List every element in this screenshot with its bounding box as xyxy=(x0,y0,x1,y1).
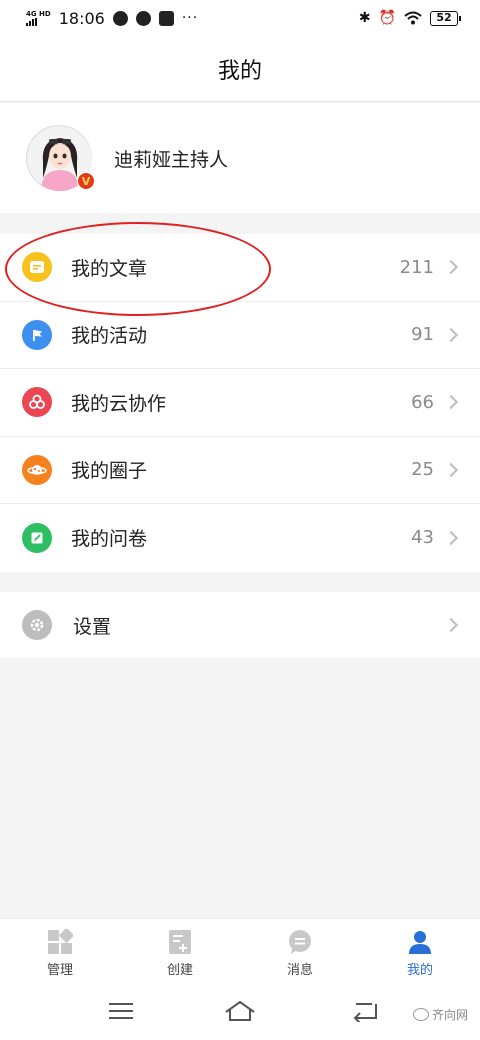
profile-card[interactable]: V 迪莉娅主持人 xyxy=(0,103,480,213)
battery-icon: 52 xyxy=(430,10,461,26)
gear-icon xyxy=(22,610,52,640)
chevron-right-icon xyxy=(443,462,459,477)
tab-label: 管理 xyxy=(46,963,73,978)
menu-item-articles[interactable]: 我的文章 211 xyxy=(0,234,480,302)
create-doc-icon xyxy=(169,930,191,954)
menu-item-count: 66 xyxy=(411,391,434,413)
questionnaire-icon xyxy=(22,522,52,553)
menu-item-label: 我的云协作 xyxy=(71,392,167,415)
chevron-right-icon xyxy=(443,260,459,275)
status-left: 4G HD 18:06 ··· xyxy=(26,9,198,28)
network-indicator: 4G HD xyxy=(26,9,51,26)
chevron-right-icon xyxy=(443,395,459,410)
grid-icon xyxy=(48,929,73,954)
flag-icon xyxy=(22,319,52,350)
home-icon[interactable] xyxy=(224,1000,256,1022)
compass-icon xyxy=(112,10,128,26)
network-label: 4G HD xyxy=(26,9,51,18)
menu-item-label: 我的活动 xyxy=(71,325,148,348)
tab-manage[interactable]: 管理 xyxy=(0,919,120,988)
system-nav-bar xyxy=(0,988,480,1040)
planet-icon xyxy=(22,454,52,485)
tab-create[interactable]: 创建 xyxy=(120,919,240,988)
watermark: 齐向网 xyxy=(412,1006,468,1023)
status-right: ✱ ⏰ 52 xyxy=(358,10,461,26)
person-icon xyxy=(409,931,431,954)
status-bar: 4G HD 18:06 ··· ✱ ⏰ 52 xyxy=(0,0,480,36)
message-icon xyxy=(289,930,311,954)
menu-item-settings[interactable]: 设置 xyxy=(0,592,480,658)
article-icon xyxy=(22,252,52,283)
tab-label: 消息 xyxy=(286,963,313,978)
signal-icon xyxy=(26,17,37,26)
menu-item-count: 211 xyxy=(399,256,434,278)
chevron-right-icon xyxy=(443,327,459,342)
watermark-text: 齐向网 xyxy=(431,1008,468,1022)
tab-label: 我的 xyxy=(406,963,433,978)
wifi-icon xyxy=(404,11,422,25)
back-icon[interactable] xyxy=(352,1000,378,1022)
more-dots-icon: ··· xyxy=(181,10,199,26)
menu-item-cloud-collab[interactable]: 我的云协作 66 xyxy=(0,369,480,437)
status-time: 18:06 xyxy=(58,8,105,28)
verified-badge: V xyxy=(77,172,95,190)
chevron-right-icon xyxy=(443,530,459,545)
bottom-tab-bar: 管理 创建 消息 我的 xyxy=(0,918,480,988)
page-header: 我的 xyxy=(0,36,480,102)
menu-item-circles[interactable]: 我的圈子 25 xyxy=(0,437,480,504)
alarm-icon: ⏰ xyxy=(378,10,396,26)
avatar[interactable]: V xyxy=(26,125,95,191)
tab-messages[interactable]: 消息 xyxy=(240,919,360,988)
bluetooth-icon: ✱ xyxy=(358,10,371,26)
watermark-logo-icon xyxy=(412,1008,429,1021)
tab-label: 创建 xyxy=(166,963,193,978)
chat-bubble-icon xyxy=(135,10,151,26)
menu-item-count: 91 xyxy=(411,324,434,346)
menu-item-count: 25 xyxy=(411,459,434,481)
menu-item-questionnaires[interactable]: 我的问卷 43 xyxy=(0,504,480,572)
menu-item-activities[interactable]: 我的活动 91 xyxy=(0,302,480,369)
menu-item-label: 我的文章 xyxy=(71,257,148,280)
tab-mine[interactable]: 我的 xyxy=(360,919,480,988)
page-title: 我的 xyxy=(217,58,262,84)
cloud-collab-icon xyxy=(22,387,52,418)
settings-label: 设置 xyxy=(73,615,112,638)
profile-name: 迪莉娅主持人 xyxy=(114,148,229,171)
chevron-right-icon xyxy=(443,617,459,633)
menu-icon[interactable] xyxy=(108,1000,134,1022)
menu-item-label: 我的问卷 xyxy=(71,528,148,551)
menu-item-label: 我的圈子 xyxy=(71,460,148,483)
menu-list: 我的文章 211 我的活动 91 我的云协作 66 我的圈子 25 我的问卷 4… xyxy=(0,234,480,572)
mail-icon xyxy=(158,10,174,26)
menu-item-count: 43 xyxy=(411,527,434,549)
